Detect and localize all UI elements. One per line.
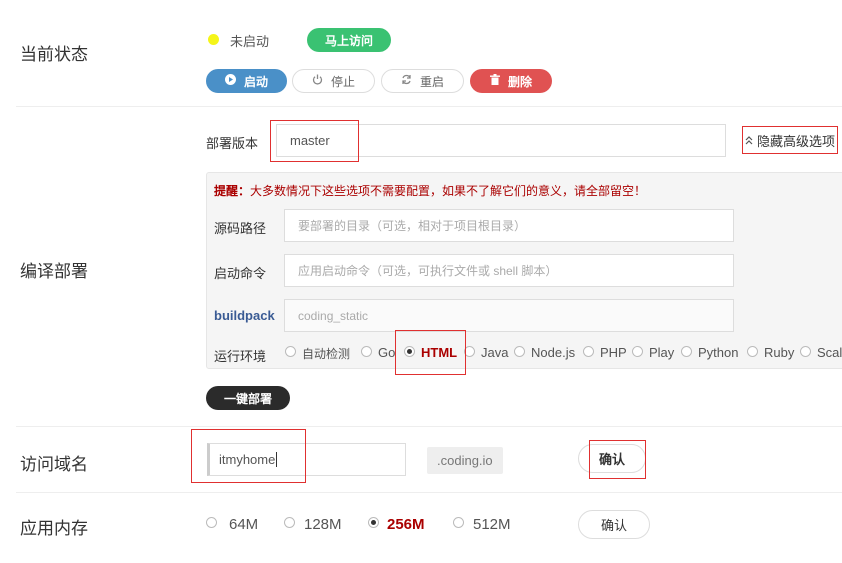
env-option-scala: Scala [817, 345, 842, 360]
buildpack-input: coding_static [284, 299, 734, 332]
start-command-input[interactable]: 应用启动命令（可选，可执行文件或 shell 脚本） [284, 254, 734, 287]
memory-option-512: 512M [473, 516, 511, 533]
env-option-ruby: Ruby [764, 345, 795, 360]
restart-button[interactable]: 重启 [381, 69, 464, 93]
hint-body: 大多数情况下这些选项不需要配置，如果不了解它们的意义，请全部留空！ [250, 184, 647, 198]
env-radio-nodejs[interactable] [514, 346, 525, 357]
power-icon [312, 74, 323, 88]
domain-label: 访问域名 [20, 455, 88, 474]
status-dot [208, 34, 219, 45]
env-option-php: PHP [600, 345, 627, 360]
delete-button[interactable]: 删除 [470, 69, 552, 93]
memory-radio-128[interactable] [284, 517, 295, 528]
stop-label: 停止 [330, 74, 355, 89]
play-icon [224, 74, 236, 88]
delete-label: 删除 [507, 74, 532, 89]
divider [16, 492, 842, 493]
env-radio-python[interactable] [681, 346, 692, 357]
source-label: 源码路径 [214, 221, 267, 236]
build-label: 编译部署 [20, 262, 88, 281]
start-button[interactable]: 启动 [206, 69, 287, 93]
memory-confirm-button[interactable]: 确认 [578, 510, 650, 539]
restart-label: 重启 [419, 74, 444, 89]
divider [16, 426, 842, 427]
env-radio-php[interactable] [583, 346, 594, 357]
env-option-play: Play [649, 345, 675, 360]
highlight-version [270, 120, 359, 162]
domain-suffix: .coding.io [427, 447, 503, 474]
start-label: 启动 [243, 74, 268, 89]
env-radio-auto[interactable] [285, 346, 296, 357]
status-text: 未启动 [230, 34, 270, 49]
visit-button-label: 马上访问 [324, 33, 373, 48]
env-radio-ruby[interactable] [747, 346, 758, 357]
refresh-icon [401, 74, 412, 88]
memory-label: 应用内存 [20, 519, 88, 538]
env-option-nodejs: Node.js [531, 345, 576, 360]
hint-prefix: 提醒： [214, 184, 251, 198]
source-path-input[interactable]: 要部署的目录（可选，相对于项目根目录） [284, 209, 734, 242]
advanced-options-panel: 提醒：大多数情况下这些选项不需要配置，如果不了解它们的意义，请全部留空！ 源码路… [206, 172, 842, 369]
memory-confirm-label: 确认 [600, 518, 627, 533]
env-radio-scala[interactable] [800, 346, 811, 357]
env-option-python: Python [698, 345, 739, 360]
memory-radio-64[interactable] [206, 517, 217, 528]
hint-text: 提醒：大多数情况下这些选项不需要配置，如果不了解它们的意义，请全部留空！ [214, 182, 646, 199]
visit-button[interactable]: 马上访问 [307, 28, 391, 52]
env-radio-go[interactable] [361, 346, 372, 357]
highlight-domain [191, 429, 306, 483]
version-label: 部署版本 [206, 136, 259, 151]
memory-option-128: 128M [304, 516, 342, 533]
stop-button[interactable]: 停止 [292, 69, 375, 93]
memory-option-256: 256M [387, 516, 425, 533]
memory-radio-256[interactable] [368, 517, 379, 528]
env-option-java: Java [481, 345, 509, 360]
deploy-button-label: 一键部署 [223, 391, 272, 406]
command-label: 启动命令 [214, 266, 267, 281]
highlight-html [395, 330, 466, 375]
env-option-auto: 自动检测 [302, 347, 351, 361]
divider [16, 106, 842, 107]
trash-icon [489, 74, 500, 88]
env-radio-play[interactable] [632, 346, 643, 357]
buildpack-label: buildpack [214, 308, 275, 323]
highlight-confirm [589, 440, 646, 479]
status-label: 当前状态 [20, 45, 88, 64]
highlight-toggle [742, 126, 838, 154]
deploy-button[interactable]: 一键部署 [206, 386, 290, 410]
memory-option-64: 64M [229, 516, 259, 533]
env-label: 运行环境 [214, 349, 267, 364]
memory-radio-512[interactable] [453, 517, 464, 528]
env-option-go: Go [378, 345, 396, 360]
